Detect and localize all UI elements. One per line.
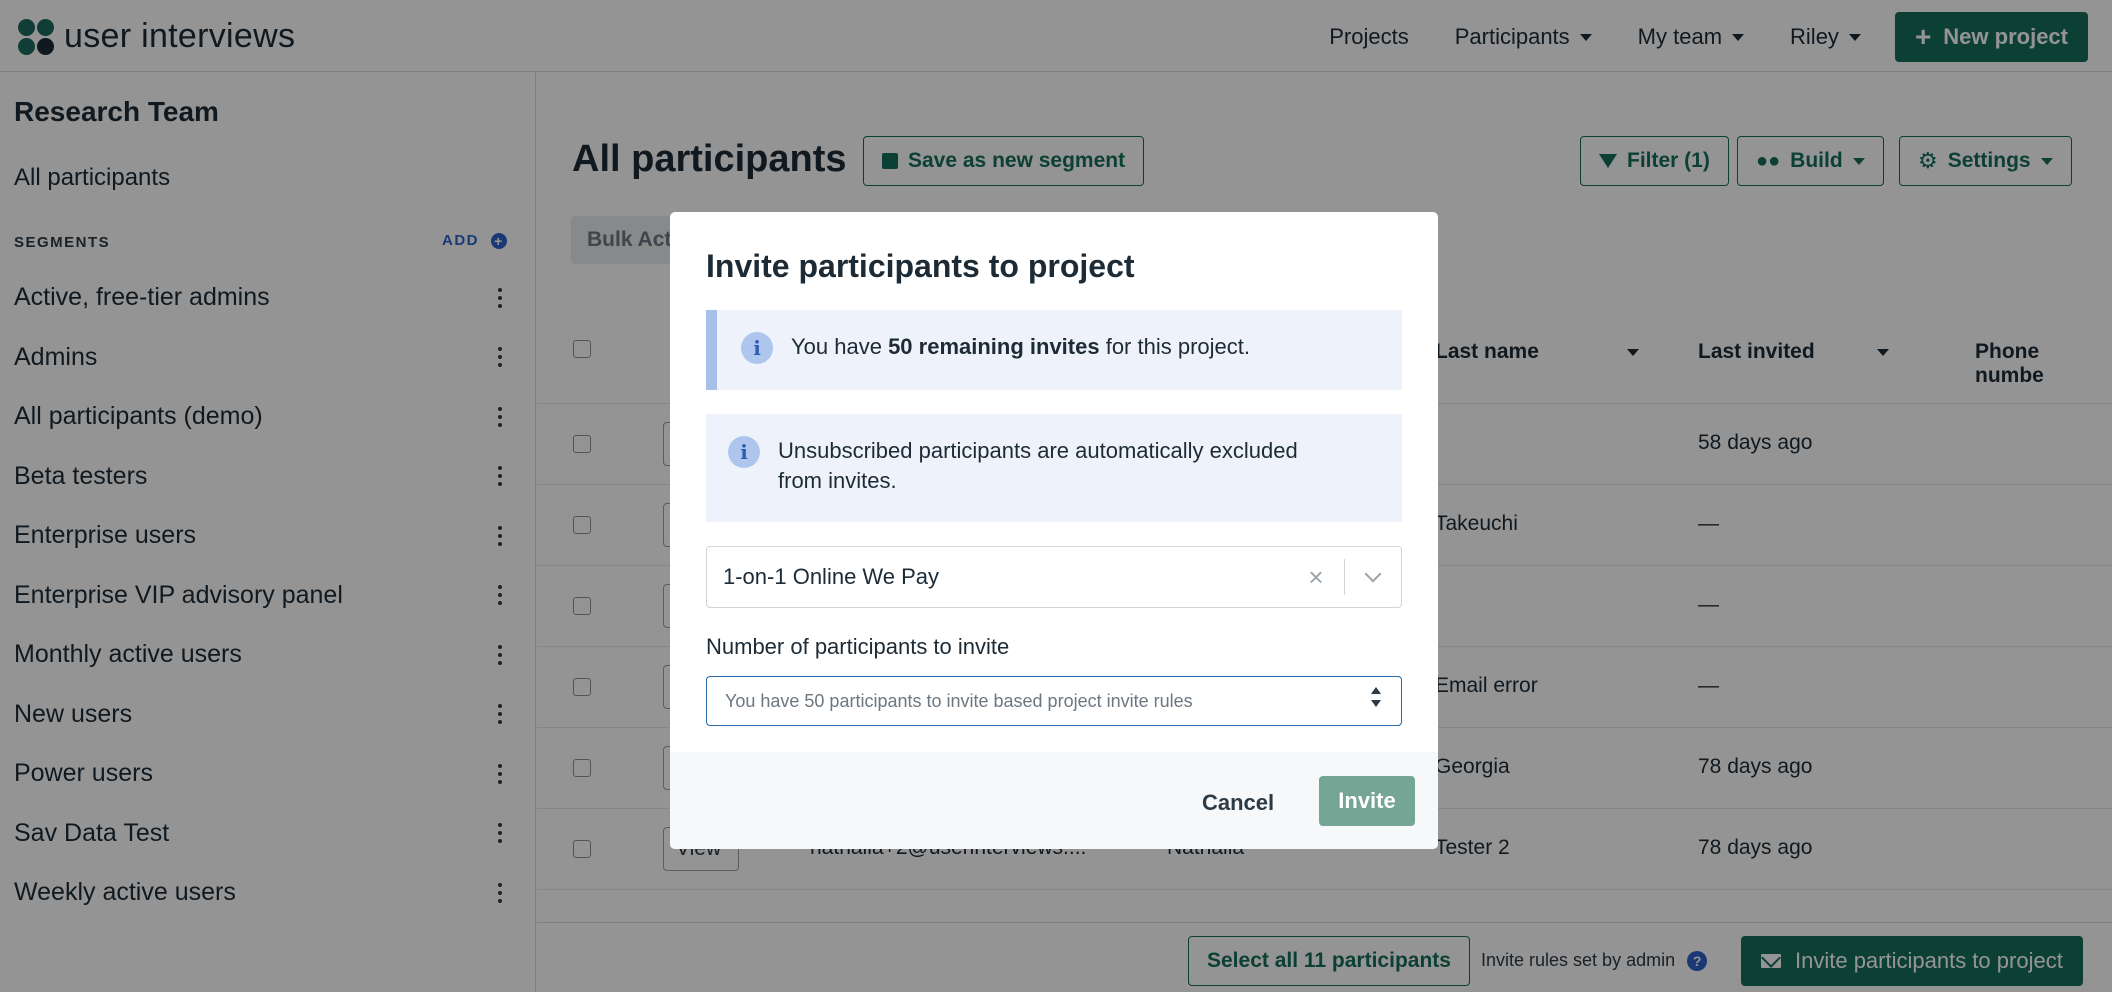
remaining-invites-text: You have 50 remaining invites for this p… <box>791 332 1250 362</box>
stepper-up-icon[interactable] <box>1371 687 1381 694</box>
chevron-down-icon[interactable] <box>1345 565 1401 583</box>
participant-count-input[interactable] <box>725 690 1325 712</box>
participant-count-label: Number of participants to invite <box>706 634 1010 659</box>
alert-text-suffix: for this project. <box>1099 334 1250 359</box>
alert-text-bold: 50 remaining invites <box>888 334 1100 359</box>
invite-modal: Invite participants to project i You hav… <box>670 212 1438 849</box>
participant-count-field[interactable] <box>706 676 1402 726</box>
modal-title: Invite participants to project <box>706 248 1135 284</box>
cancel-button[interactable]: Cancel <box>1202 776 1274 830</box>
invite-button[interactable]: Invite <box>1319 776 1415 826</box>
clear-icon[interactable]: × <box>1288 562 1344 593</box>
unsubscribed-text: Unsubscribed participants are automatica… <box>778 438 1298 493</box>
number-stepper[interactable] <box>1371 687 1383 707</box>
info-icon: i <box>741 332 773 364</box>
modal-footer: Cancel Invite <box>670 752 1438 849</box>
info-icon: i <box>728 436 760 468</box>
unsubscribed-alert: i Unsubscribed participants are automati… <box>706 414 1402 522</box>
stepper-down-icon[interactable] <box>1371 700 1381 707</box>
project-select-value: 1-on-1 Online We Pay <box>723 564 940 589</box>
remaining-invites-alert: i You have 50 remaining invites for this… <box>706 310 1402 390</box>
project-select[interactable]: 1-on-1 Online We Pay × <box>706 546 1402 608</box>
alert-text-prefix: You have <box>791 334 889 359</box>
